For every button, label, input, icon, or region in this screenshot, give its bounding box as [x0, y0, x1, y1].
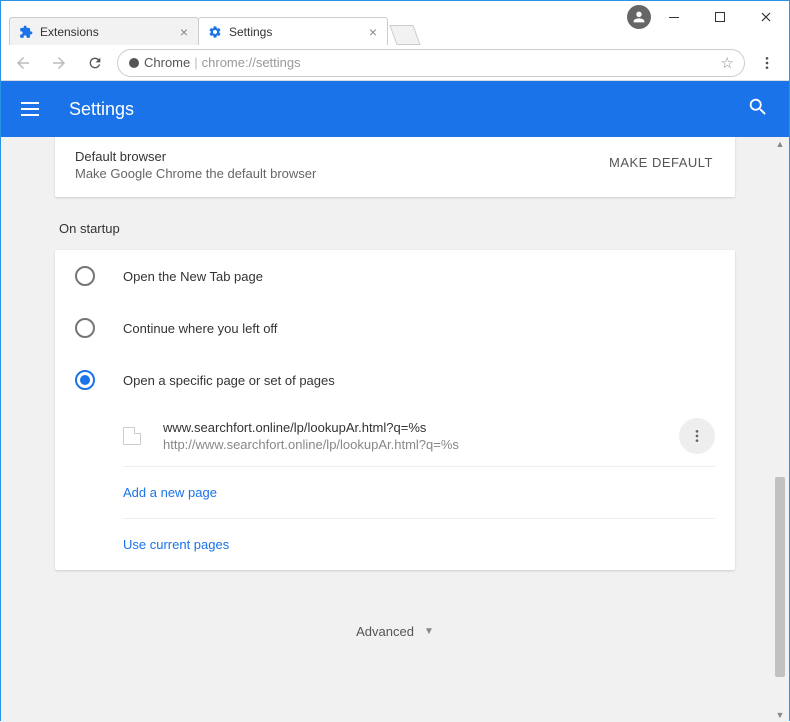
reload-button[interactable] — [81, 49, 109, 77]
advanced-toggle[interactable]: Advanced ▼ — [55, 594, 735, 669]
user-avatar-icon[interactable] — [627, 5, 651, 29]
card-subtext: Make Google Chrome the default browser — [75, 166, 607, 181]
protocol-label: Chrome — [144, 55, 190, 70]
default-browser-card: Default browser Make Google Chrome the d… — [55, 137, 735, 197]
forward-button[interactable] — [45, 49, 73, 77]
browser-menu-button[interactable] — [753, 49, 781, 77]
gear-icon — [207, 24, 223, 40]
startup-page-item: www.searchfort.online/lp/lookupAr.html?q… — [123, 406, 715, 467]
page-title: Settings — [69, 99, 134, 120]
radio-icon — [75, 266, 95, 286]
tab-extensions[interactable]: Extensions × — [9, 17, 199, 45]
radio-icon — [75, 370, 95, 390]
back-button[interactable] — [9, 49, 37, 77]
radio-label: Open the New Tab page — [123, 269, 263, 284]
search-icon[interactable] — [747, 96, 769, 123]
site-info-icon[interactable]: Chrome — [128, 55, 190, 70]
maximize-button[interactable] — [697, 1, 743, 33]
page-title-text: www.searchfort.online/lp/lookupAr.html?q… — [163, 420, 679, 435]
settings-content: Default browser Make Google Chrome the d… — [1, 137, 789, 722]
scroll-down-arrow[interactable]: ▼ — [773, 708, 787, 722]
puzzle-icon — [18, 24, 34, 40]
page-more-button[interactable] — [679, 418, 715, 454]
browser-toolbar: Chrome | chrome://settings ☆ — [1, 45, 789, 81]
add-new-page-link[interactable]: Add a new page — [123, 467, 715, 519]
page-url-text: http://www.searchfort.online/lp/lookupAr… — [163, 437, 679, 452]
scrollbar[interactable]: ▲ ▼ — [773, 137, 787, 722]
radio-label: Continue where you left off — [123, 321, 277, 336]
page-favicon-icon — [123, 427, 141, 445]
radio-specific-pages[interactable]: Open a specific page or set of pages — [55, 354, 735, 406]
radio-icon — [75, 318, 95, 338]
radio-continue[interactable]: Continue where you left off — [55, 302, 735, 354]
new-tab-button[interactable] — [389, 25, 420, 45]
section-on-startup-label: On startup — [59, 221, 731, 236]
window-titlebar: Extensions × Settings × — [1, 1, 789, 45]
minimize-button[interactable] — [651, 1, 697, 33]
close-window-button[interactable] — [743, 1, 789, 33]
settings-app-bar: Settings — [1, 81, 789, 137]
url-text: chrome://settings — [202, 55, 301, 70]
chevron-down-icon: ▼ — [424, 626, 434, 637]
close-icon[interactable]: × — [367, 24, 379, 40]
bookmark-star-icon[interactable]: ☆ — [721, 54, 734, 72]
address-bar[interactable]: Chrome | chrome://settings ☆ — [117, 49, 745, 77]
scroll-up-arrow[interactable]: ▲ — [773, 137, 787, 151]
scroll-thumb[interactable] — [775, 477, 785, 677]
on-startup-card: Open the New Tab page Continue where you… — [55, 250, 735, 570]
tab-settings[interactable]: Settings × — [198, 17, 388, 45]
menu-icon[interactable] — [21, 97, 45, 121]
radio-open-new-tab[interactable]: Open the New Tab page — [55, 250, 735, 302]
close-icon[interactable]: × — [178, 24, 190, 40]
tab-label: Extensions — [40, 25, 178, 39]
window-controls — [651, 1, 789, 33]
radio-label: Open a specific page or set of pages — [123, 373, 335, 388]
make-default-button[interactable]: MAKE DEFAULT — [607, 149, 715, 176]
advanced-label: Advanced — [356, 624, 414, 639]
startup-pages-list: www.searchfort.online/lp/lookupAr.html?q… — [55, 406, 735, 570]
browser-tabs: Extensions × Settings × — [1, 1, 417, 45]
use-current-pages-link[interactable]: Use current pages — [123, 519, 715, 570]
tab-label: Settings — [229, 25, 367, 39]
card-heading: Default browser — [75, 149, 607, 164]
